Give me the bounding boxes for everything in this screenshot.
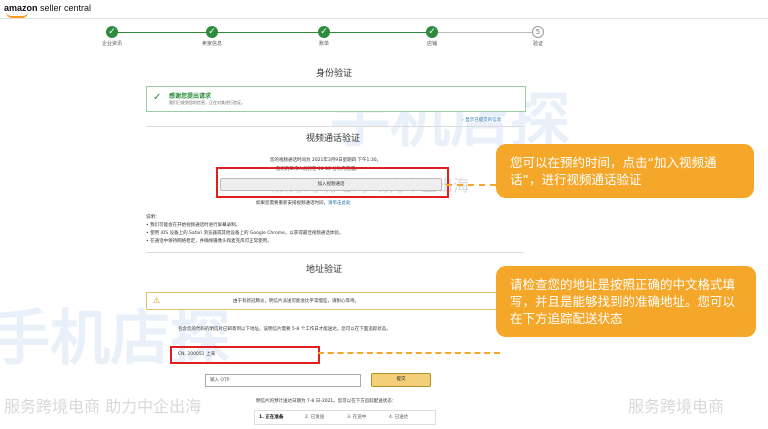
tracker-step: 4. 已送达 xyxy=(389,415,409,420)
top-bar xyxy=(0,0,768,19)
notes-title: 说明： xyxy=(146,215,160,220)
notice-title: 感谢您提出请求 xyxy=(169,93,212,100)
chevron-right-icon: › xyxy=(462,118,464,123)
video-section-title: 视频通话验证 xyxy=(306,134,361,144)
show-submitted-info-link[interactable]: › 显示已提交的信息 xyxy=(462,117,501,123)
check-icon: ✓ xyxy=(153,92,162,103)
callout-address: 请检查您的地址是按照正确的中文格式填写，并且是能够找到的准确地址。您可以在下方追… xyxy=(496,266,756,337)
section-divider xyxy=(146,252,524,253)
eta-text: 明信片的预计送达日期为 7-8 日-2021。您可以在下方追踪配送状态： xyxy=(256,399,397,404)
check-icon: ✓ xyxy=(318,26,330,38)
amazon-smile-icon xyxy=(6,12,28,18)
section-divider xyxy=(146,126,524,127)
check-icon: ✓ xyxy=(426,26,438,38)
highlight-box-join xyxy=(216,167,449,198)
step-label: 店铺 xyxy=(426,41,437,47)
step-number: 5 xyxy=(532,26,544,38)
video-schedule-line-1: 您的视频通话时间为 2021年3月9日星期四 下午1:30。 xyxy=(270,158,382,163)
callout-video: 您可以在预约时间，点击“加入视频通话”，进行视频通话验证 xyxy=(496,144,754,198)
identity-section-title: 身份验证 xyxy=(316,69,353,79)
reschedule-link[interactable]: 请单击此处 xyxy=(328,201,351,206)
tracker-step: 2. 已发送 xyxy=(305,415,325,420)
covid-warning: ⚠ 由于有新冠肺炎，明信片派送可能会比平常慢些，请耐心等待。 xyxy=(146,292,526,310)
address-value-box: CN, 200051 上海 xyxy=(170,346,320,364)
delivery-tracker: 1. 正在准备 2. 已发送 3. 在途中 4. 已送达 xyxy=(254,410,436,425)
step-billing: ✓ 账单 xyxy=(294,26,354,47)
step-store: ✓ 店铺 xyxy=(402,26,462,47)
step-verification: 5 验证 xyxy=(508,26,568,47)
postcard-info: 包含您的代码的明信片已邮寄到以下地址。该明信片需要 5-8 个工作日才能送达。您… xyxy=(178,327,391,332)
step-label: 卖家信息 xyxy=(201,41,222,47)
notice-body: 我们已收到您的信息，正在对其进行验证。 xyxy=(169,100,245,105)
logo-suffix: seller central xyxy=(40,3,92,13)
step-label: 企业资讯 xyxy=(101,41,122,47)
note-item: • 我们可能会在开始视频通话时进行屏幕录制。 xyxy=(146,223,241,228)
step-company-info: ✓ 企业资讯 xyxy=(82,26,142,47)
step-label: 账单 xyxy=(318,41,329,47)
progress-stepper: ✓ 企业资讯 ✓ 卖家信息 ✓ 账单 ✓ 店铺 5 验证 xyxy=(0,20,768,52)
note-item: • 在通话中保持网络稳定，并确保摄像头和麦克风可正常使用。 xyxy=(146,239,272,244)
reschedule-prefix: 如果您需要重新安排视频通话时间， xyxy=(256,201,328,206)
show-submitted-info-label: 显示已提交的信息 xyxy=(465,118,502,123)
check-icon: ✓ xyxy=(106,26,118,38)
tracker-step: 1. 正在准备 xyxy=(259,415,284,420)
warning-icon: ⚠ xyxy=(153,296,161,305)
tracker-step: 3. 在途中 xyxy=(347,415,367,420)
check-icon: ✓ xyxy=(206,26,218,38)
step-label: 验证 xyxy=(532,41,543,47)
watermark-slogan-right: 服务跨境电商 xyxy=(628,397,725,416)
step-seller-info: ✓ 卖家信息 xyxy=(182,26,242,47)
otp-input[interactable]: 输入 OTP xyxy=(205,374,361,387)
note-item: • 使用 iOS 设备上的 Safari 浏览器或其他设备上的 Google C… xyxy=(146,231,344,236)
callout-connector-address xyxy=(318,352,500,354)
submit-otp-button[interactable]: 提交 xyxy=(371,373,431,387)
warning-text: 由于有新冠肺炎，明信片派送可能会比平常慢些，请耐心等待。 xyxy=(233,299,359,304)
address-value: CN, 200051 上海 xyxy=(178,352,215,357)
address-section-title: 地址验证 xyxy=(306,265,343,275)
reschedule-text: 如果您需要重新安排视频通话时间，请单击此处 xyxy=(256,200,351,206)
thanks-notice: ✓ 感谢您提出请求 我们已收到您的信息，正在对其进行验证。 xyxy=(146,86,526,112)
watermark-slogan-bottom: 服务跨境电商 助力中企出海 xyxy=(4,397,202,416)
callout-connector-video xyxy=(446,184,496,186)
